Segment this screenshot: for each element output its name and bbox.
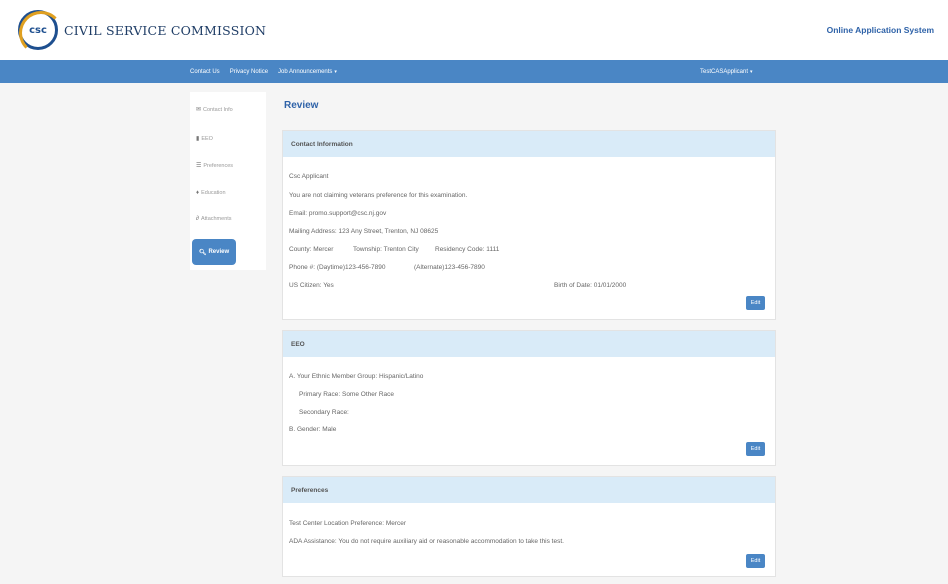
sidebar: ✉ Contact Info ▮ EEO ☰ Preferences ♦ Edu… [190,92,266,270]
sidebar-item-attachments[interactable]: ∂ Attachments [196,216,232,222]
navbar: Contact Us Privacy Notice Job Announceme… [0,60,948,83]
page-title: Review [284,100,319,111]
nav-contact-us[interactable]: Contact Us [190,69,220,75]
user-name: TestCASApplicant [700,68,749,75]
paperclip-icon: ∂ [196,216,199,222]
residency-code: Residency Code: 1111 [435,246,500,253]
caret-down-icon: ▾ [334,68,337,75]
nav-links: Contact Us Privacy Notice Job Announceme… [190,60,347,83]
edit-contact-button[interactable]: Edit [746,296,765,310]
panel-heading: Contact Information [283,131,775,157]
edit-eeo-button[interactable]: Edit [746,442,765,456]
phone-alternate: (Alternate)123-456-7890 [414,264,485,271]
email-value: Email: promo.support@csc.nj.gov [289,210,387,217]
sidebar-item-preferences[interactable]: ☰ Preferences [196,162,234,170]
bookmark-icon: ▮ [196,136,200,142]
sidebar-item-label: Preferences [203,162,234,169]
test-center-location: Test Center Location Preference: Mercer [289,520,407,527]
veteran-status: You are not claiming veterans preference… [289,192,468,199]
sidebar-item-label: EEO [201,135,213,142]
panel-heading: Preferences [283,477,775,503]
preferences-panel: Preferences Test Center Location Prefere… [282,476,776,577]
township-value: Township: Trenton City [353,246,419,253]
sidebar-item-label: Attachments [200,216,232,222]
us-citizen: US Citizen: Yes [289,282,334,289]
sidebar-item-contact-info[interactable]: ✉ Contact Info [196,106,233,114]
nav-privacy-notice[interactable]: Privacy Notice [230,69,268,75]
eeo-panel: EEO A. Your Ethnic Member Group: Hispani… [282,330,776,466]
csc-seal-icon: csc [18,10,63,55]
ada-assistance: ADA Assistance: You do not require auxil… [289,538,564,545]
logo[interactable]: csc CIVIL SERVICE COMMISSION [18,10,267,55]
edit-preferences-button[interactable]: Edit [746,554,765,568]
birth-date: Birth of Date: 01/01/2000 [554,282,627,289]
county-value: County: Mercer [289,246,334,253]
graduation-cap-icon: ♦ [196,190,200,196]
logo-abbr: csc [29,24,47,36]
panel-heading: EEO [283,331,775,357]
list-icon: ☰ [196,163,202,169]
sidebar-item-label: Education [201,190,226,196]
mailing-address: Mailing Address: 123 Any Street, Trenton… [289,228,439,235]
sidebar-item-label: Contact Info [203,106,233,113]
user-menu[interactable]: TestCASApplicant ▾ [700,60,753,83]
sidebar-item-education[interactable]: ♦ Education [196,190,226,196]
search-icon: 🔍︎ [198,249,207,256]
contact-info-panel: Contact Information Csc Applicant You ar… [282,130,776,320]
gender-value: B. Gender: Male [289,426,337,433]
primary-race: Primary Race: Some Other Race [299,391,395,398]
system-name: Online Application System [826,25,934,35]
header: csc CIVIL SERVICE COMMISSION Online Appl… [0,0,948,60]
envelope-icon: ✉ [196,107,202,113]
applicant-name: Csc Applicant [289,173,329,180]
nav-job-announcements[interactable]: Job Announcements ▾ [278,69,337,75]
sidebar-item-label: Review [208,249,230,255]
org-name: CIVIL SERVICE COMMISSION [64,22,267,38]
sidebar-item-review[interactable]: 🔍︎ Review [192,239,236,265]
caret-down-icon: ▾ [750,68,753,75]
phone-daytime: Phone #: (Daytime)123-456-7890 [289,264,386,271]
secondary-race: Secondary Race: [299,409,349,416]
nav-job-announcements-label: Job Announcements [278,68,333,75]
ethnic-group: A. Your Ethnic Member Group: Hispanic/La… [289,373,424,380]
sidebar-item-eeo[interactable]: ▮ EEO [196,135,213,143]
